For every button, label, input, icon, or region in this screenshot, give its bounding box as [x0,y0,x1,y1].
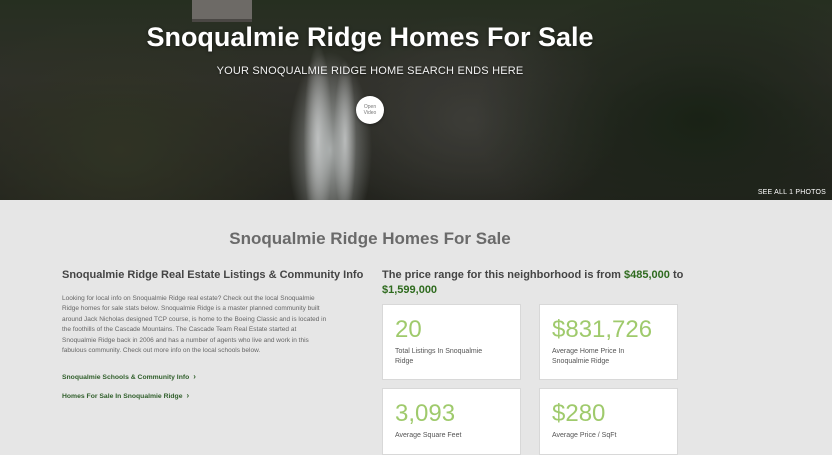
chevron-right-icon: › [186,391,190,400]
description-line: Snoqualmie Ridge back in 2006 and has a … [62,336,309,344]
hero-subtitle: YOUR SNOQUALMIE RIDGE HOME SEARCH ENDS H… [216,65,524,77]
schools-community-link-label: Snoqualmie Schools & Community Info [62,374,190,381]
hero-banner: Snoqualmie Ridge Homes For Sale YOUR SNO… [0,0,832,200]
section-title: Snoqualmie Ridge Homes For Sale [229,229,511,248]
stat-value: 20 [395,316,422,343]
stat-value: $831,726 [552,316,653,343]
stat-card-average-square-feet: 3,093 Average Square Feet [382,388,521,455]
price-range-text: The price range for this neighborhood is… [382,268,692,298]
schools-community-link[interactable]: Snoqualmie Schools & Community Info › [62,372,196,381]
open-video-button[interactable]: Open Video [356,96,384,124]
video-button-line2: Video [363,110,377,116]
stat-label: Average Home Price In Snoqualmie Ridge [552,347,665,367]
stat-label: Average Price / SqFt [552,431,665,441]
stat-label-line: Average Home Price In [552,348,625,355]
community-description: Looking for local info on Snoqualmie Rid… [62,294,360,356]
stat-card-average-home-price: $831,726 Average Home Price In Snoqualmi… [539,304,678,380]
price-max: $1,599,000 [382,284,438,296]
description-line: the foothills of the Cascade Mountains. … [62,326,297,334]
description-line: Looking for local info on Snoqualmie Rid… [62,295,315,302]
description-line: around Jack Nicholas designed TCP course… [62,315,327,323]
stat-label-line: Snoqualmie Ridge [552,358,610,365]
stat-label-line: Ridge [395,358,414,365]
description-line: Ridge homes for sale stats below. Snoqua… [62,305,320,313]
stat-label-line: Average Square Feet [395,432,462,439]
stat-value: $280 [552,400,606,427]
chevron-right-icon: › [193,372,196,381]
homes-for-sale-link[interactable]: Homes For Sale In Snoqualmie Ridge › [62,391,189,400]
price-range-middle: to [669,269,684,281]
stat-card-average-price-sqft: $280 Average Price / SqFt [539,388,678,455]
stat-label-line: Total Listings In Snoqualmie [395,348,483,355]
stat-label: Total Listings In Snoqualmie Ridge [395,347,508,367]
stat-label: Average Square Feet [395,431,508,441]
homes-for-sale-link-label: Homes For Sale In Snoqualmie Ridge [62,393,183,400]
stat-value: 3,093 [395,400,456,427]
stat-label-line: Average Price / SqFt [552,432,617,439]
see-all-photos-link[interactable]: SEE ALL 1 PHOTOS [758,189,826,196]
description-line: fabulous community. Check out more info … [62,347,261,355]
listings-community-heading: Snoqualmie Ridge Real Estate Listings & … [62,269,364,281]
stat-card-total-listings: 20 Total Listings In Snoqualmie Ridge [382,304,521,380]
hero-title: Snoqualmie Ridge Homes For Sale [146,22,594,52]
price-min: $485,000 [624,269,670,281]
price-range-prefix: The price range for this neighborhood is… [382,269,625,281]
hero-house-image [192,0,252,22]
